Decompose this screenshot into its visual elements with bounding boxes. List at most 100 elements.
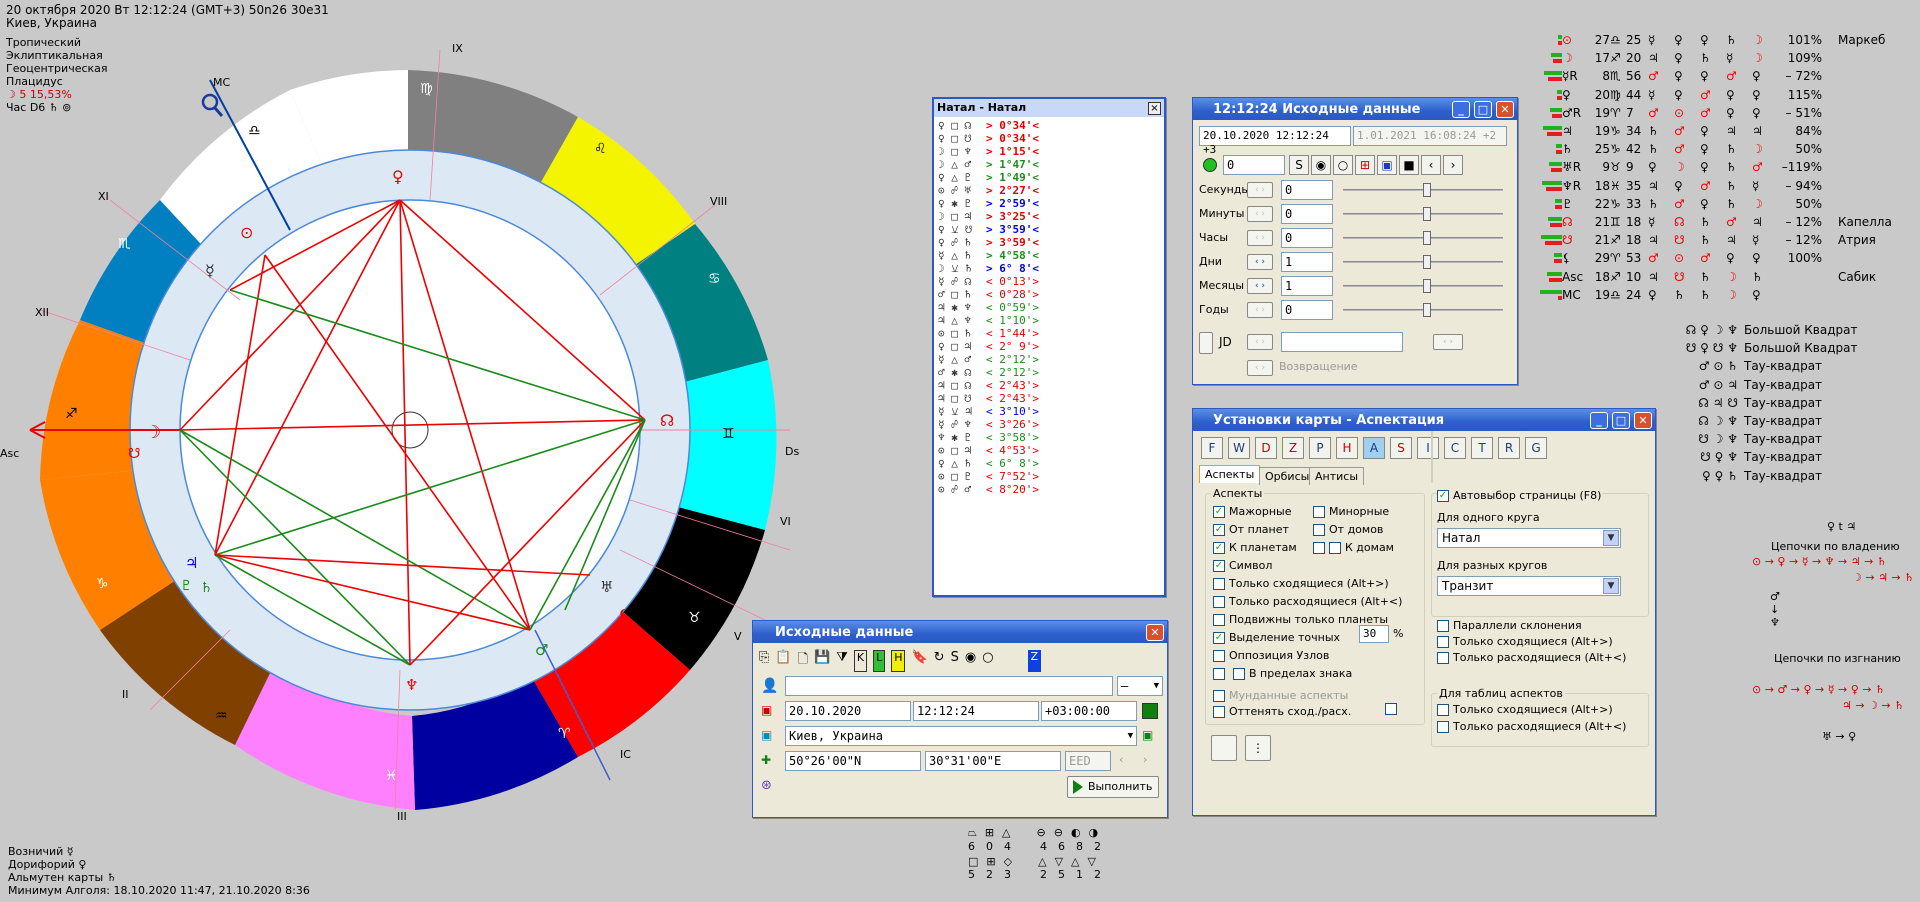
planet-row[interactable]: ☊ 21 ♊ 18 ☿ ☊ ♄ ♂ ♃ – 12% Капелла [1534,213,1914,231]
minimize-icon[interactable]: _ [1590,412,1608,429]
slider-thumb[interactable] [1423,303,1431,317]
aspect-option-checkbox[interactable]: Только расходящиеся (Alt+<) [1213,595,1402,608]
configuration-row[interactable]: ♂ ⊙ ♃ Тау-квадрат [1672,376,1857,394]
venus-glyph[interactable]: ♀ [392,167,404,186]
radio-on-icon[interactable]: ◉ [965,650,976,672]
aspect-row[interactable]: ⊙ ☍ ♂ < 8°20'> [938,483,1160,496]
planet-row[interactable]: ♀ 20 ♍ 44 ☿ ♀ ♂ ♀ ♀ 115% [1534,86,1914,104]
configuration-row[interactable]: ☋ ♀ ♆ Тау-квадрат [1672,448,1857,466]
radio-off-icon[interactable]: ○ [982,650,993,672]
minimize-icon[interactable]: _ [1452,101,1470,118]
aspect-option-checkbox[interactable]: В пределах знака [1213,667,1352,680]
longitude-field[interactable]: 30°31'00"E [925,751,1061,771]
configuration-row[interactable]: ☊ ♀ ☽ ♆ Большой Квадрат [1672,321,1858,339]
aspect-settings-window[interactable]: Установки карты - Аспектация _ □ ✕ FWDZP… [1192,408,1656,816]
aspect-row[interactable]: ⊙ □ ♃ < 4°53'> [938,444,1160,457]
maximize-icon[interactable]: □ [1612,412,1630,429]
circle-icon[interactable]: ○ [1333,155,1353,175]
only-div-checkbox[interactable]: Только расходящиеся (Alt+<) [1437,651,1626,664]
aspect-row[interactable]: ♃ ✱ ♆ < 0°59'> [938,301,1160,314]
h-icon[interactable]: H [891,650,906,672]
toolbar-c-icon[interactable]: C [1444,437,1466,459]
aspect-row[interactable]: ☿ ☍ ☊ < 0°13'> [938,275,1160,288]
paste-icon[interactable]: 📋 [775,650,791,672]
pluto-glyph[interactable]: ♇ [180,578,193,594]
step-value-field[interactable]: 0 [1281,228,1333,248]
close-icon[interactable]: × [1148,102,1161,115]
aspect-row[interactable]: ☿ △ ♄ > 4°58'< [938,249,1160,262]
time-window-titlebar[interactable]: 12:12:24 Исходные данные _ □ ✕ [1193,98,1517,120]
toolbar-a-icon[interactable]: A [1363,437,1385,459]
save-icon[interactable]: ■ [1399,155,1419,175]
aspect-row[interactable]: ♀ ⚺ ☋ > 3°59'< [938,223,1160,236]
step-arrows[interactable]: ‹ › [1247,182,1273,198]
aspect-option-checkbox[interactable]: ✓ От планет [1213,523,1289,536]
toolbar-r-icon[interactable]: R [1498,437,1520,459]
jd-toggle[interactable] [1199,332,1213,354]
natal-chart-wheel[interactable]: ♀ ⊙ ☿ ☽ ☋ ♃ ♇ ♄ ♆ ♂ ♅ ⚸ ☊ ♍ ♌ ♋ ♊ ♉ ♈ ♓ … [0,30,800,830]
tab-orbs[interactable]: Орбисы [1259,467,1316,485]
planet-row[interactable]: ☿R 8 ♏ 56 ♂ ♀ ♀ ♂ ♀ – 72% [1534,67,1914,85]
aspect-row[interactable]: ♀ □ ☊ > 0°34'< [938,119,1160,132]
jd-arrows[interactable]: ‹ › [1247,334,1273,350]
filter-icon[interactable]: ⧩ [836,650,848,672]
aspect-option-checkbox[interactable]: Оттенять сход./расх. [1213,705,1351,718]
aspect-row[interactable]: ♀ △ ♄ < 6° 8'> [938,457,1160,470]
toolbar-g-icon[interactable]: G [1525,437,1547,459]
step-arrows[interactable]: ‹ › [1247,278,1273,294]
latitude-field[interactable]: 50°26'00"N [785,751,921,771]
node-glyph[interactable]: ☊ [660,411,674,430]
minor-checkbox[interactable]: Минорные [1313,505,1389,518]
export-icon[interactable]: ▣ [1377,155,1397,175]
timezone-field[interactable]: +03:00:00 [1041,701,1137,721]
time-field[interactable]: 12:12:24 [913,701,1039,721]
step-value-field[interactable]: 1 [1281,276,1333,296]
aspect-option-checkbox[interactable]: ✓ Мажорные [1213,505,1292,518]
s-icon[interactable]: Ѕ [951,650,959,672]
configuration-row[interactable]: ♀ ♀ ♄ Тау-квадрат [1672,467,1857,485]
planet-row[interactable]: ♅R 9 ♉ 9 ♀ ☽ ♀ ♄ ♂ –119% [1534,158,1914,176]
aspect-row[interactable]: ♃ △ ♆ < 1°10'> [938,314,1160,327]
toolbar-z-icon[interactable]: Z [1282,437,1304,459]
aspect-option-checkbox[interactable]: Оппозиция Узлов [1213,649,1329,662]
planet-row[interactable]: ⊙ 27 ♎ 25 ☿ ♀ ♀ ♄ ☽ 101% Маркеб [1534,31,1914,49]
to-houses-checkbox[interactable]: К домам [1313,541,1394,554]
planet-row[interactable]: ☋ 21 ♐ 18 ♃ ☋ ♄ ♃ ☿ – 12% Атрия [1534,231,1914,249]
slider-thumb[interactable] [1423,255,1431,269]
saturn-glyph[interactable]: ♄ [200,580,213,596]
toolbar-f-icon[interactable]: F [1201,437,1223,459]
planet-row[interactable]: MC 19 ♎ 24 ♀ ♄ ♄ ☽ ♀ [1534,286,1914,304]
neptune-glyph[interactable]: ♆ [405,676,418,694]
aspect-row[interactable]: ☿ ☍ ♆ < 3°26'> [938,418,1160,431]
jupiter-glyph[interactable]: ♃ [185,554,198,572]
arrow-left-icon[interactable]: ‹ [1119,753,1123,766]
planet-row[interactable]: Asc 18 ♐ 10 ♃ ☋ ♄ ☽ ♄ Сабик [1534,267,1914,285]
natal-window-titlebar[interactable]: Натал - Натал × [934,99,1164,117]
planet-row[interactable]: ☽ 17 ♐ 20 ♃ ♀ ♄ ☿ ☽ 109% [1534,49,1914,67]
place-field[interactable]: Киев, Украина ▼ [785,726,1137,746]
aspect-row[interactable]: ♂ ✱ ☊ < 2°12'> [938,366,1160,379]
prev-icon[interactable]: ‹ [1421,155,1441,175]
uranus-glyph[interactable]: ♅ [600,578,613,596]
source-window-titlebar[interactable]: Исходные данные ✕ [753,621,1167,643]
planet-row[interactable]: ♂R 19 ♈ 7 ♂ ⊙ ♂ ♀ ♀ – 51% [1534,104,1914,122]
aspect-row[interactable]: ☽ ⚺ ♄ > 6° 8'< [938,262,1160,275]
aspect-row[interactable]: ♀ □ ♃ < 2° 9'> [938,340,1160,353]
aspect-row[interactable]: ♀ △ ♇ > 1°49'< [938,171,1160,184]
autopage-checkbox[interactable]: ✓ Автовыбор страницы (F8) [1437,489,1604,502]
l-icon[interactable]: L [873,650,886,672]
slider-thumb[interactable] [1423,279,1431,293]
aspect-row[interactable]: ♂ □ ♄ < 0°28'> [938,288,1160,301]
aspect-row[interactable]: ♀ ☍ ♄ > 3°59'< [938,236,1160,249]
k-icon[interactable]: K [853,650,868,672]
planet-row[interactable]: ♇ 22 ♑ 33 ♄ ♂ ♀ ♄ ☽ 50% [1534,195,1914,213]
step-slider[interactable] [1343,183,1503,197]
configuration-row[interactable]: ☋ ♀ ☋ ♆ Большой Квадрат [1672,339,1858,357]
toolbar-p-icon[interactable]: P [1309,437,1331,459]
apply-icon[interactable] [1211,735,1237,761]
tz-color-icon[interactable] [1142,703,1158,719]
aspect-row[interactable]: ♀ ✱ ♇ > 2°59'< [938,197,1160,210]
lilith-glyph[interactable]: ⚸ [618,606,629,624]
mercury-glyph[interactable]: ☿ [205,261,215,280]
return-label[interactable]: Возвращение [1279,360,1358,373]
